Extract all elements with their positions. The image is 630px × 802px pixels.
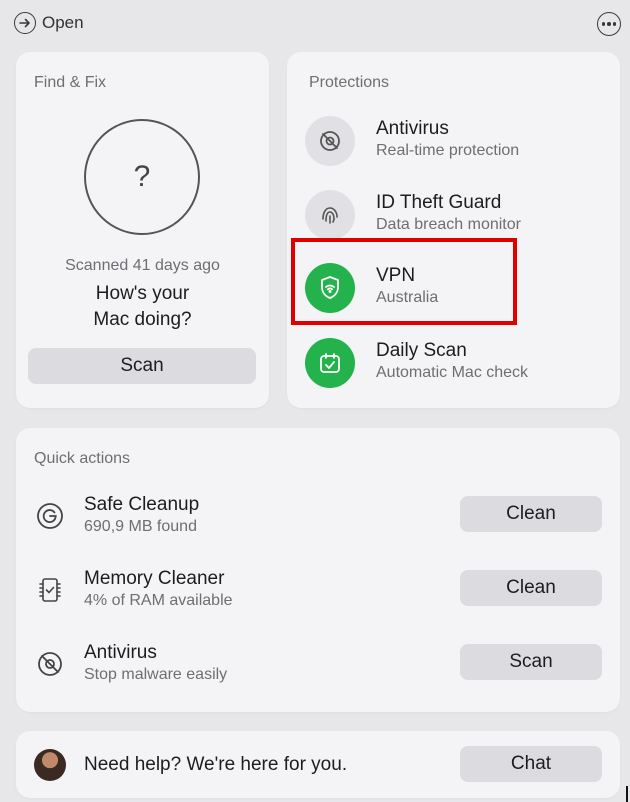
open-label: Open (42, 13, 84, 32)
avatar (34, 749, 66, 781)
protections-card: Protections Antivirus Real-time protecti… (287, 52, 620, 408)
calendar-check-icon (305, 338, 355, 388)
quick-action-name: Memory Cleaner (84, 568, 225, 589)
quick-action-memory-cleaner: Memory Cleaner 4% of RAM available Clean (16, 564, 620, 620)
question-line-2: Mac doing? (93, 309, 192, 330)
scan-button[interactable]: Scan (460, 644, 602, 680)
protection-name: Daily Scan (376, 340, 467, 361)
more-options-icon[interactable] (597, 12, 621, 36)
mac-status-question: How's your Mac doing? (16, 281, 269, 333)
antivirus-icon (32, 646, 68, 682)
find-fix-card: Find & Fix ? Scanned 41 days ago How's y… (16, 52, 269, 408)
protection-subtitle: Data breach monitor (376, 216, 521, 233)
question-line-1: How's your (95, 283, 190, 304)
find-fix-title: Find & Fix (34, 74, 107, 91)
scan-button[interactable]: Scan (28, 348, 256, 384)
quick-action-safe-cleanup: Safe Cleanup 690,9 MB found Clean (16, 490, 620, 546)
antivirus-icon (305, 116, 355, 166)
quick-actions-card: Quick actions Safe Cleanup 690,9 MB foun… (16, 428, 620, 712)
protection-item-daily-scan[interactable]: Daily Scan Automatic Mac check (305, 334, 605, 390)
quick-action-subtitle: Stop malware easily (84, 666, 228, 683)
protections-title: Protections (309, 74, 390, 91)
quick-action-name: Safe Cleanup (84, 494, 200, 515)
help-card: Need help? We're here for you. Chat (16, 731, 620, 798)
protection-name: VPN (376, 265, 416, 286)
clean-button[interactable]: Clean (460, 496, 602, 532)
protection-subtitle: Real-time protection (376, 142, 520, 159)
protection-item-antivirus[interactable]: Antivirus Real-time protection (305, 112, 605, 168)
protection-name: Antivirus (376, 118, 449, 139)
quick-action-subtitle: 690,9 MB found (84, 518, 197, 535)
quick-action-subtitle: 4% of RAM available (84, 592, 233, 609)
memory-icon (32, 572, 68, 608)
protection-subtitle: Automatic Mac check (376, 364, 529, 381)
protection-item-vpn[interactable]: VPN Australia (305, 259, 605, 315)
arrow-right-icon (14, 12, 36, 34)
text-cursor (626, 786, 628, 802)
protection-subtitle: Australia (376, 289, 439, 306)
clean-button[interactable]: Clean (460, 570, 602, 606)
protection-item-id-theft-guard[interactable]: ID Theft Guard Data breach monitor (305, 186, 605, 242)
open-button[interactable]: Open (14, 12, 84, 34)
chat-button[interactable]: Chat (460, 746, 602, 782)
quick-actions-title: Quick actions (34, 450, 131, 467)
quick-action-antivirus: Antivirus Stop malware easily Scan (16, 638, 620, 694)
last-scanned-text: Scanned 41 days ago (65, 257, 220, 274)
protection-name: ID Theft Guard (376, 192, 502, 213)
cleanup-icon (32, 498, 68, 534)
quick-action-name: Antivirus (84, 642, 157, 663)
fingerprint-icon (305, 190, 355, 240)
question-mark-icon: ? (133, 160, 151, 193)
top-bar: Open (0, 0, 630, 48)
help-text: Need help? We're here for you. (84, 754, 348, 775)
vpn-shield-icon (305, 263, 355, 313)
status-ring: ? (84, 119, 200, 235)
